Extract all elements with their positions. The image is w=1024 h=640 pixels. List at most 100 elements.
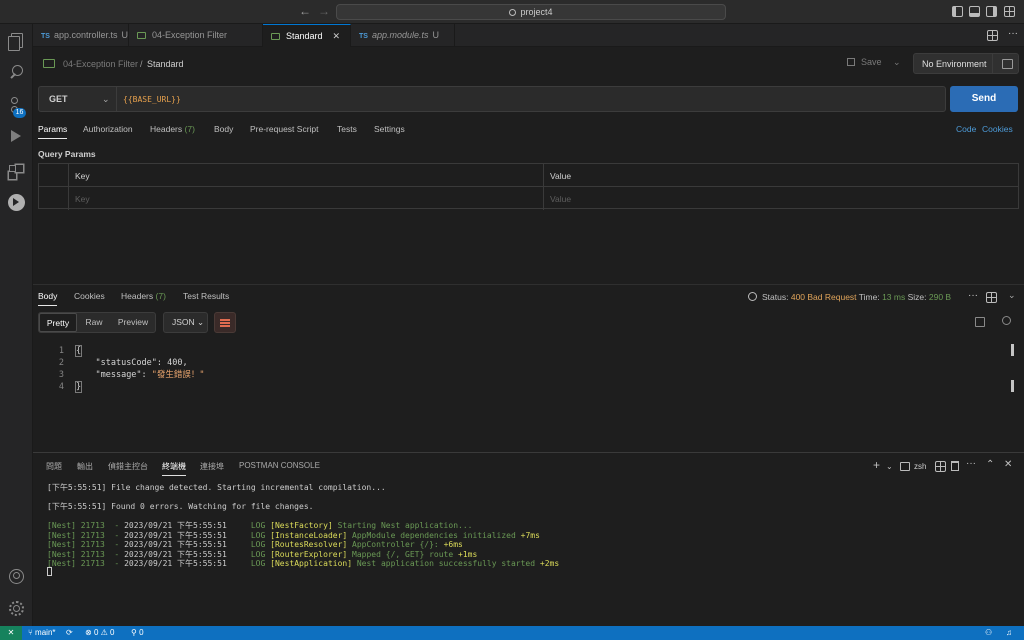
- toggle-panel-icon[interactable]: [969, 6, 980, 17]
- notifications-bell-icon[interactable]: ♫: [1006, 628, 1012, 637]
- command-center-search[interactable]: project4: [336, 4, 726, 20]
- layout-toggle-icon[interactable]: [986, 292, 997, 303]
- query-params-title: Query Params: [38, 149, 96, 159]
- tab-tests[interactable]: Tests: [337, 124, 357, 134]
- terminal-line: [下午5:55:51] File change detected. Starti…: [47, 483, 386, 492]
- tab-pre-request-script[interactable]: Pre-request Script: [250, 124, 319, 134]
- extensions-icon[interactable]: [8, 160, 25, 177]
- response-tab-cookies[interactable]: Cookies: [74, 291, 105, 301]
- back-arrow-icon[interactable]: ←: [299, 4, 311, 18]
- new-terminal-icon[interactable]: +: [873, 458, 880, 472]
- more-actions-icon[interactable]: ···: [1008, 28, 1018, 39]
- status-badge[interactable]: 400 Bad Request: [791, 292, 857, 302]
- breadcrumb-collection[interactable]: 04-Exception Filter: [63, 59, 138, 69]
- tab-params[interactable]: Params: [38, 124, 68, 139]
- chevron-down-icon[interactable]: ⌄: [886, 462, 893, 471]
- tab-body[interactable]: Body: [214, 124, 233, 134]
- maximize-panel-icon[interactable]: ⌃: [986, 459, 994, 470]
- title-bar: ← → project4: [0, 0, 1024, 24]
- gear-icon[interactable]: [8, 600, 25, 617]
- terminal-shell-name[interactable]: zsh: [914, 462, 926, 471]
- close-icon[interactable]: ✕: [333, 31, 341, 41]
- split-editor-icon[interactable]: [987, 30, 998, 41]
- method-select[interactable]: GET: [49, 94, 68, 104]
- response-tab-headers[interactable]: Headers (7): [121, 291, 166, 301]
- pretty-button[interactable]: Pretty: [39, 313, 77, 332]
- copy-icon[interactable]: [975, 317, 985, 327]
- search-icon: [509, 9, 517, 16]
- postman-icon[interactable]: [8, 194, 25, 211]
- response-divider[interactable]: [33, 284, 1024, 285]
- key-input[interactable]: Key: [69, 187, 544, 210]
- raw-button[interactable]: Raw: [79, 313, 109, 332]
- send-button[interactable]: Send: [950, 86, 1018, 112]
- save-button[interactable]: Save: [847, 57, 882, 67]
- request-icon: [43, 59, 55, 68]
- editor-tab-bar: TS app.controller.ts U 04-Exception Filter…: [33, 24, 1024, 47]
- explorer-icon[interactable]: [8, 32, 25, 51]
- url-input[interactable]: {{BASE_URL}}: [123, 95, 181, 104]
- trash-icon[interactable]: [951, 461, 959, 471]
- tab-authorization[interactable]: Authorization: [83, 124, 133, 134]
- tab-app-controller[interactable]: TS app.controller.ts U: [33, 24, 129, 47]
- problems-indicator[interactable]: ⊗ 0 ⚠ 0: [85, 628, 114, 637]
- toggle-secondary-sidebar-icon[interactable]: [986, 6, 997, 17]
- code-link[interactable]: Code: [956, 124, 976, 134]
- panel-tab-ports[interactable]: 連接埠: [200, 461, 224, 472]
- url-divider: [116, 87, 117, 111]
- tab-standard[interactable]: Standard ✕: [263, 24, 351, 47]
- terminal-icon: [900, 462, 910, 471]
- panel-tab-postman-console[interactable]: POSTMAN CONSOLE: [239, 461, 320, 470]
- tab-settings[interactable]: Settings: [374, 124, 405, 134]
- language-select[interactable]: JSON ⌄: [163, 312, 208, 333]
- customize-layout-icon[interactable]: [1004, 6, 1015, 17]
- response-status: Status: 400 Bad Request Time: 13 ms Size…: [748, 292, 951, 302]
- scrollbar-thumb[interactable]: [1011, 380, 1014, 392]
- response-size[interactable]: 290 B: [929, 292, 951, 302]
- broadcast-icon: ⚲: [131, 628, 137, 637]
- environment-quick-look-icon[interactable]: [992, 54, 1019, 73]
- run-debug-icon[interactable]: [8, 128, 25, 145]
- search-icon[interactable]: [8, 64, 25, 81]
- cookies-link[interactable]: Cookies: [982, 124, 1013, 134]
- panel-tab-terminal[interactable]: 終端機: [162, 461, 186, 476]
- typescript-icon: TS: [359, 33, 368, 40]
- search-response-icon[interactable]: [1002, 316, 1011, 325]
- terminal-line: [下午5:55:51] Found 0 errors. Watching for…: [47, 502, 314, 511]
- chevron-down-icon[interactable]: ⌄: [102, 94, 110, 105]
- copilot-icon[interactable]: ⚇: [985, 628, 992, 637]
- breadcrumb-request[interactable]: Standard: [147, 59, 184, 69]
- close-panel-icon[interactable]: ✕: [1004, 459, 1012, 470]
- value-input[interactable]: Value: [544, 187, 1018, 210]
- project-name: project4: [520, 7, 553, 17]
- forward-arrow-icon[interactable]: →: [318, 4, 330, 18]
- panel-tab-debug-console[interactable]: 偵錯主控台: [108, 461, 148, 472]
- response-tab-test-results[interactable]: Test Results: [183, 291, 229, 301]
- panel-tab-problems[interactable]: 問題: [46, 461, 62, 472]
- response-tab-body[interactable]: Body: [38, 291, 58, 306]
- split-terminal-icon[interactable]: [935, 461, 946, 472]
- environment-selector[interactable]: No Environment: [913, 53, 1019, 74]
- ports-indicator[interactable]: ⚲ 0: [131, 628, 144, 637]
- more-actions-icon[interactable]: ···: [966, 458, 976, 469]
- wrap-lines-icon[interactable]: [214, 312, 236, 333]
- warning-icon: ⚠: [100, 628, 108, 637]
- sync-icon[interactable]: ⟳: [66, 628, 73, 637]
- panel-tab-output[interactable]: 輸出: [77, 461, 93, 472]
- terminal-cursor[interactable]: [47, 567, 52, 576]
- chevron-down-icon[interactable]: ⌄: [1008, 290, 1016, 301]
- toggle-primary-sidebar-icon[interactable]: [952, 6, 963, 17]
- scrollbar-thumb[interactable]: [1011, 344, 1014, 356]
- environment-label: No Environment: [922, 59, 987, 69]
- account-icon[interactable]: [8, 568, 25, 585]
- tab-app-module[interactable]: TS app.module.ts U: [351, 24, 455, 47]
- branch-indicator[interactable]: ⑂ main*: [28, 628, 56, 637]
- more-options-icon[interactable]: ···: [968, 290, 978, 301]
- tab-headers[interactable]: Headers (7): [150, 124, 195, 134]
- chevron-down-icon[interactable]: ⌄: [893, 57, 901, 68]
- tab-exception-filter[interactable]: 04-Exception Filter: [129, 24, 263, 47]
- remote-indicator-icon[interactable]: ✕: [0, 626, 22, 640]
- response-time[interactable]: 13 ms: [882, 292, 905, 302]
- url-bar: GET ⌄ {{BASE_URL}}: [38, 86, 946, 112]
- preview-button[interactable]: Preview: [111, 313, 155, 332]
